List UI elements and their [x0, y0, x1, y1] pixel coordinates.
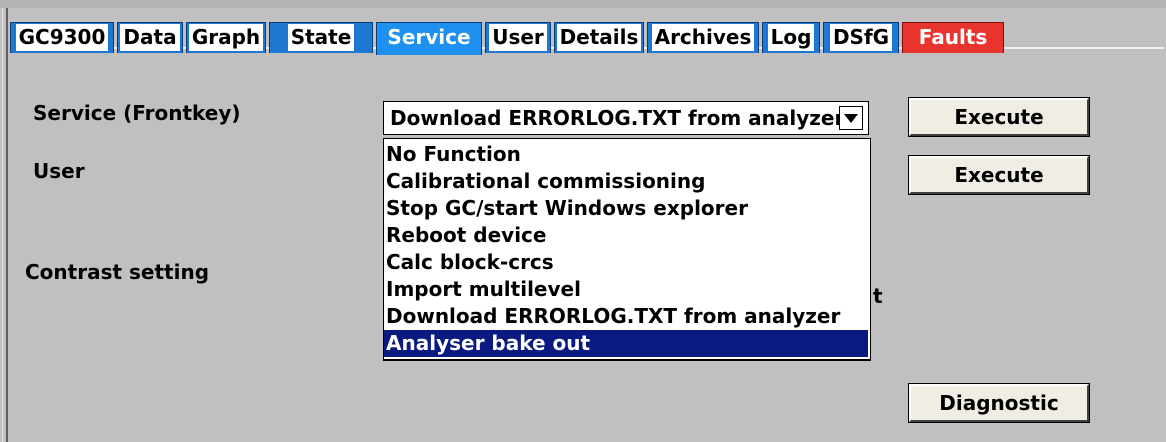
service-options-list[interactable]: No Function Calibrational commissioning … — [383, 138, 871, 361]
obscured-text-fragment: t — [873, 284, 883, 308]
option-calibrational-commissioning[interactable]: Calibrational commissioning — [384, 168, 868, 195]
tab-label: GC9300 — [15, 24, 109, 51]
option-import-multilevel[interactable]: Import multilevel — [384, 276, 868, 303]
option-reboot-device[interactable]: Reboot device — [384, 222, 868, 249]
tab-details[interactable]: Details — [554, 22, 644, 53]
option-stop-gc-start-explorer[interactable]: Stop GC/start Windows explorer — [384, 195, 868, 222]
diagnostic-button[interactable]: Diagnostic — [908, 383, 1090, 423]
chevron-down-icon — [844, 113, 858, 123]
tab-label: Details — [556, 24, 642, 51]
service-select[interactable]: Download ERRORLOG.TXT from analyzer — [383, 101, 869, 135]
tab-graph[interactable]: Graph — [186, 22, 266, 53]
tab-state[interactable]: State — [269, 22, 373, 53]
tab-label: Log — [767, 24, 815, 51]
tab-label: Archives — [651, 24, 755, 51]
tab-label: User — [489, 24, 547, 51]
service-select-value: Download ERRORLOG.TXT from analyzer — [390, 106, 840, 130]
tab-label: Graph — [188, 24, 264, 51]
service-label: Service (Frontkey) — [33, 101, 241, 125]
tab-user[interactable]: User — [485, 22, 551, 53]
execute-user-button[interactable]: Execute — [908, 155, 1090, 195]
tab-data[interactable]: Data — [117, 22, 183, 53]
option-analyser-bake-out[interactable]: Analyser bake out — [384, 330, 868, 357]
tab-gc9300[interactable]: GC9300 — [10, 22, 114, 53]
tab-log[interactable]: Log — [762, 22, 820, 53]
tab-archives[interactable]: Archives — [647, 22, 759, 53]
tab-service[interactable]: Service — [376, 22, 482, 55]
tab-faults[interactable]: Faults — [902, 22, 1004, 53]
option-no-function[interactable]: No Function — [384, 141, 868, 168]
option-calc-block-crcs[interactable]: Calc block-crcs — [384, 249, 868, 276]
contrast-label: Contrast setting — [25, 260, 210, 284]
tab-label: Data — [120, 24, 180, 51]
user-label: User — [33, 159, 85, 183]
window-top-strip — [0, 0, 1166, 8]
execute-service-button[interactable]: Execute — [908, 97, 1090, 137]
tab-bar: GC9300 Data Graph State Service User Det… — [10, 14, 1164, 55]
tab-label: Service — [387, 25, 471, 49]
left-frame-edge — [0, 8, 8, 442]
option-download-errorlog[interactable]: Download ERRORLOG.TXT from analyzer — [384, 303, 868, 330]
tab-label: Faults — [918, 25, 988, 49]
tab-label: DSfG — [829, 24, 893, 51]
tab-dsfg[interactable]: DSfG — [823, 22, 899, 53]
tab-label: State — [287, 24, 355, 51]
dropdown-arrow-button[interactable] — [839, 106, 863, 130]
